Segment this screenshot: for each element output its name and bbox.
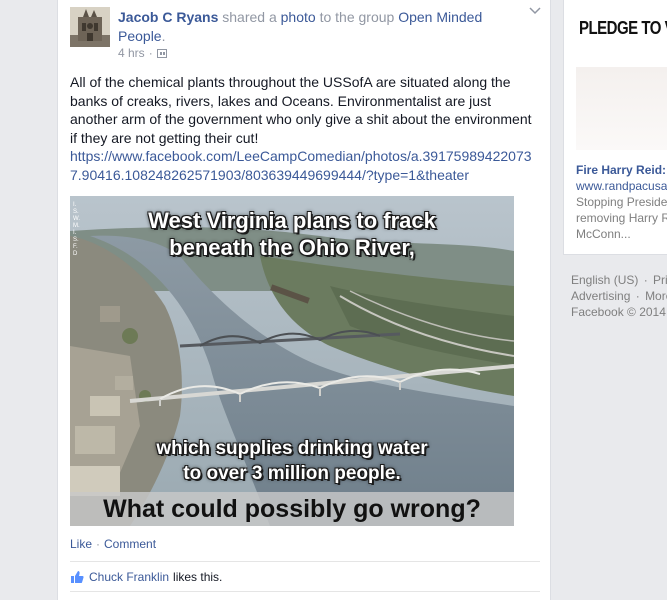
post-card: Jacob C Ryans shared a photo to the grou… — [57, 0, 551, 600]
language-link[interactable]: English (US) — [571, 273, 638, 287]
meta-separator: · — [148, 46, 153, 60]
post-body: All of the chemical plants throughout th… — [70, 73, 542, 184]
divider — [70, 561, 540, 562]
ad-title-link[interactable]: Fire Harry Reid: — [576, 163, 666, 177]
post-meta: 4 hrs · — [118, 46, 167, 60]
photo-headline-line2: beneath the Ohio River, — [169, 235, 415, 260]
post-header: Jacob C Ryans shared a photo to the grou… — [118, 8, 518, 46]
shared-text: shared a — [222, 9, 277, 25]
ad-description-line: removing Harry R — [576, 211, 667, 225]
author-avatar[interactable] — [70, 7, 110, 47]
ad-description-line: McConn... — [576, 227, 631, 241]
post-url-link[interactable]: https://www.facebook.com/LeeCampComedian… — [70, 147, 542, 184]
post-timestamp-link[interactable]: 4 hrs — [118, 46, 145, 60]
author-name-link[interactable]: Jacob C Ryans — [118, 9, 218, 25]
like-button[interactable]: Like — [70, 537, 92, 551]
sponsored-ad: PLEDGE TO VOTE Fire Harry Reid: www.rand… — [563, 0, 667, 255]
photo-headline-line1: West Virginia plans to frack — [148, 208, 436, 233]
photo-subtext-line1: which supplies drinking water — [156, 438, 428, 459]
advertising-link[interactable]: Advertising — [571, 289, 630, 303]
photo-subtext-line2: to over 3 million people. — [183, 463, 401, 484]
action-separator: · — [96, 537, 101, 551]
ad-url-link[interactable]: www.randpacusa — [576, 179, 667, 193]
copyright-text: Facebook © 2014 — [571, 305, 666, 319]
liker-name-link[interactable]: Chuck Franklin — [89, 570, 169, 584]
comment-button[interactable]: Comment — [104, 537, 156, 551]
more-link[interactable]: More — [645, 289, 667, 303]
photo-headline: West Virginia plans to frack beneath the… — [70, 207, 514, 261]
avatar-image — [70, 7, 110, 47]
ad-description-line: Stopping Preside — [576, 195, 667, 209]
thumbs-up-icon — [71, 571, 84, 583]
footer-separator: · — [635, 289, 640, 303]
page-footer: English (US) · Priv Advertising · More F… — [571, 272, 667, 320]
chevron-down-icon[interactable] — [528, 6, 542, 20]
divider — [70, 591, 540, 592]
footer-separator: · — [643, 273, 648, 287]
likes-suffix: likes this. — [173, 570, 223, 584]
photo-tagline: What could possibly go wrong? — [103, 495, 481, 523]
group-audience-icon[interactable] — [156, 48, 167, 58]
photo-link[interactable]: photo — [281, 9, 316, 25]
post-body-text: All of the chemical plants throughout th… — [70, 74, 532, 146]
to-group-text: to the group — [319, 9, 395, 25]
post-actions: Like · Comment — [70, 537, 156, 551]
privacy-link[interactable]: Priv — [653, 273, 667, 287]
ad-image[interactable]: PLEDGE TO VOTE — [576, 0, 667, 150]
group-suffix: . — [161, 28, 166, 44]
ad-image-text: PLEDGE TO VOTE — [579, 17, 667, 40]
likes-summary: Chuck Franklin likes this. — [70, 569, 222, 585]
post-photo[interactable]: I.S.W.M.I.S.F.D West Virginia plans to f… — [70, 196, 514, 526]
ad-image-background — [576, 67, 667, 150]
photo-subtext: which supplies drinking water to over 3 … — [70, 436, 514, 486]
